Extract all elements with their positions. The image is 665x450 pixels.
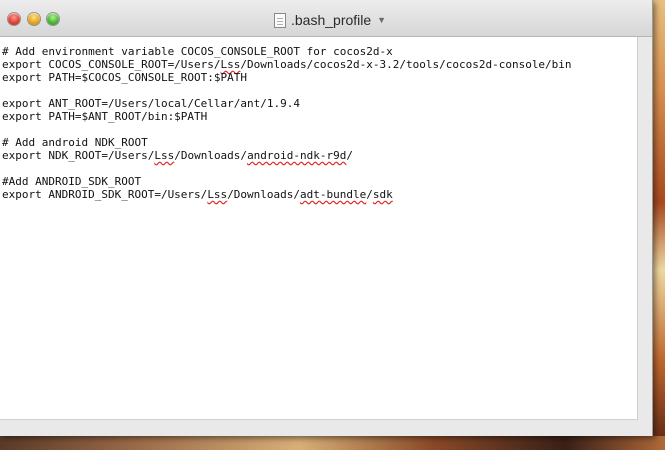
misspelled-word[interactable]: Lss (154, 149, 174, 162)
code-line: export ANT_ROOT=/Users/local/Cellar/ant/… (2, 97, 301, 110)
code-line: #Add ANDROID_SDK_ROOT (2, 175, 142, 188)
code-line: export PATH=$ANT_ROOT/bin:$PATH (2, 110, 208, 123)
code-line: # Add android NDK_ROOT (2, 136, 148, 149)
document-icon (274, 12, 286, 28)
code-line: export NDK_ROOT=/Users/Lss/Downloads/and… (2, 149, 354, 162)
misspelled-word[interactable]: adt-bundle (300, 188, 366, 201)
misspelled-word[interactable]: Lss (221, 58, 241, 71)
code-line: export ANDROID_SDK_ROOT=/Users/Lss/Downl… (2, 188, 393, 201)
window-title[interactable]: .bash_profile ▼ (274, 11, 386, 29)
text-editor-window: .bash_profile ▼ # Add environment variab… (0, 0, 653, 436)
misspelled-word[interactable]: android-ndk-r9d (247, 149, 346, 162)
zoom-button[interactable] (47, 13, 59, 25)
file-contents[interactable]: # Add environment variable COCOS_CONSOLE… (2, 45, 572, 201)
chevron-down-icon[interactable]: ▼ (377, 15, 386, 25)
minimize-button[interactable] (28, 13, 40, 25)
misspelled-word[interactable]: Lss (207, 188, 227, 201)
desktop-wallpaper-bottom (0, 436, 665, 450)
text-editor-area[interactable]: # Add environment variable COCOS_CONSOLE… (0, 37, 638, 420)
code-line: export PATH=$COCOS_CONSOLE_ROOT:$PATH (2, 71, 248, 84)
close-button[interactable] (8, 13, 20, 25)
code-line: # Add environment variable COCOS_CONSOLE… (2, 45, 393, 58)
title-bar[interactable]: .bash_profile ▼ (0, 0, 652, 37)
code-line: export COCOS_CONSOLE_ROOT=/Users/Lss/Dow… (2, 58, 572, 71)
window-title-text: .bash_profile (291, 12, 372, 28)
misspelled-word[interactable]: sdk (373, 188, 393, 201)
desktop-wallpaper-edge (652, 0, 665, 450)
